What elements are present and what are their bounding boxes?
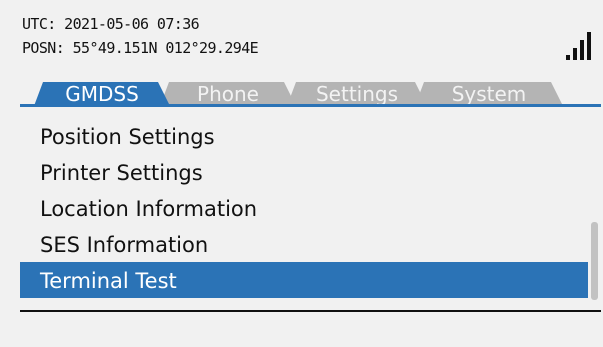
signal-strength-icon bbox=[566, 30, 596, 60]
utc-status: UTC: 2021-05-06 07:36 bbox=[22, 15, 200, 33]
utc-value: 2021-05-06 07:36 bbox=[64, 15, 200, 33]
utc-label: UTC: bbox=[22, 15, 56, 33]
tab-settings[interactable]: Settings bbox=[287, 82, 427, 106]
scrollbar-thumb[interactable] bbox=[591, 222, 598, 300]
menu-list: Position Settings Printer Settings Locat… bbox=[20, 118, 588, 298]
menu-item-location-information[interactable]: Location Information bbox=[20, 190, 588, 226]
tab-underline bbox=[20, 104, 601, 107]
tab-system-label: System bbox=[451, 82, 527, 106]
position-status: POSN: 55°49.151N 012°29.294E bbox=[22, 39, 259, 57]
menu-item-terminal-test[interactable]: Terminal Test bbox=[20, 262, 588, 298]
menu-item-printer-settings[interactable]: Printer Settings bbox=[20, 154, 588, 190]
tab-gmdss[interactable]: GMDSS bbox=[34, 82, 170, 106]
tab-gmdss-label: GMDSS bbox=[65, 82, 139, 106]
tab-settings-label: Settings bbox=[315, 82, 399, 106]
posn-label: POSN: bbox=[22, 39, 65, 57]
posn-value: 55°49.151N 012°29.294E bbox=[72, 39, 259, 57]
bottom-divider bbox=[20, 310, 601, 312]
terminal-screen: UTC: 2021-05-06 07:36 POSN: 55°49.151N 0… bbox=[0, 0, 603, 347]
tab-phone[interactable]: Phone bbox=[160, 82, 296, 106]
tab-phone-label: Phone bbox=[197, 82, 259, 106]
menu-item-ses-information[interactable]: SES Information bbox=[20, 226, 588, 262]
menu-item-position-settings[interactable]: Position Settings bbox=[20, 118, 588, 154]
tab-system[interactable]: System bbox=[415, 82, 563, 106]
